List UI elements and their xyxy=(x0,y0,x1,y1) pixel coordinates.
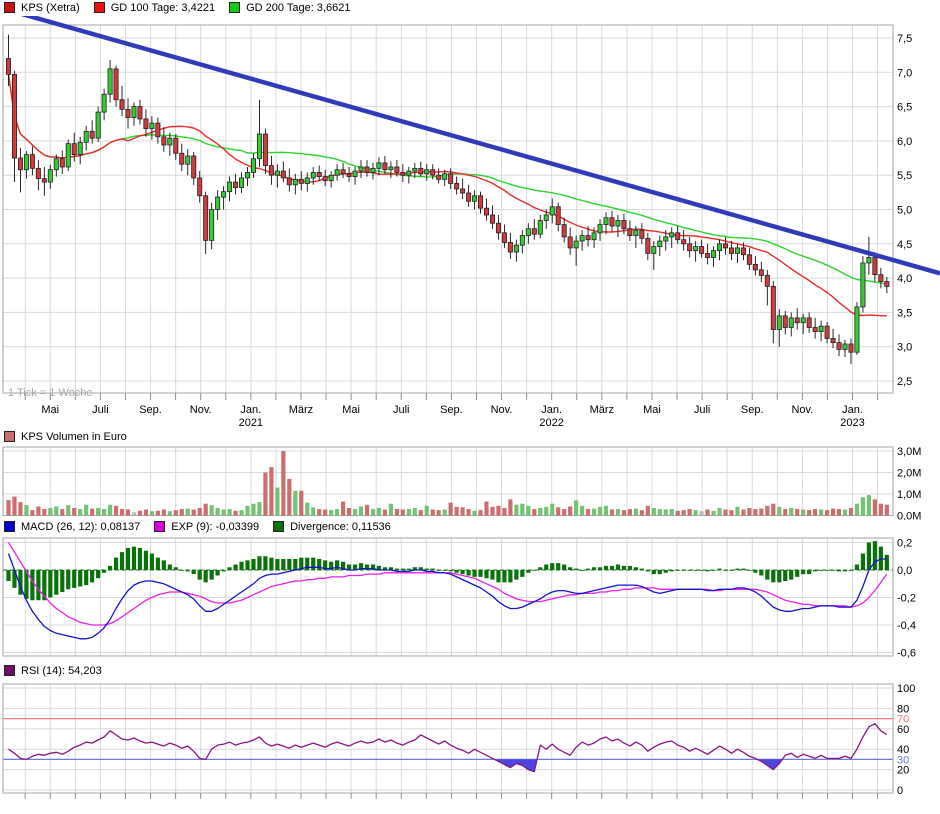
svg-text:4,5: 4,5 xyxy=(897,239,912,251)
volume-legend: KPS Volumen in Euro xyxy=(4,430,141,443)
svg-text:5,5: 5,5 xyxy=(897,170,912,182)
svg-text:2,0M: 2,0M xyxy=(897,468,921,480)
gd200-swatch-icon xyxy=(229,2,240,13)
svg-text:5,0: 5,0 xyxy=(897,205,912,217)
svg-text:60: 60 xyxy=(897,724,909,736)
svg-text:Sep.: Sep. xyxy=(741,404,764,416)
volume-chart: 3,0M 2,0M 1,0M 0,0M xyxy=(0,444,940,520)
legend-item-macd: MACD (26, 12): 0,08137 xyxy=(4,521,140,533)
svg-text:3,0: 3,0 xyxy=(897,342,912,354)
svg-text:Nov.: Nov. xyxy=(791,404,813,416)
svg-text:0,0M: 0,0M xyxy=(897,511,921,521)
svg-text:0,0: 0,0 xyxy=(897,565,912,577)
svg-text:2022: 2022 xyxy=(539,417,563,429)
kps-label: KPS (Xetra) xyxy=(21,2,80,14)
exp-label: EXP (9): -0,03399 xyxy=(171,521,259,533)
svg-text:3,5: 3,5 xyxy=(897,307,912,319)
svg-text:100: 100 xyxy=(897,683,915,695)
svg-text:-0,4: -0,4 xyxy=(897,620,916,632)
rsi-legend: RSI (14): 54,203 xyxy=(4,664,116,677)
exp-swatch-icon xyxy=(154,521,165,532)
svg-text:-0,2: -0,2 xyxy=(897,593,916,605)
legend-item-divergence: Divergence: 0,11536 xyxy=(273,521,391,533)
svg-text:2023: 2023 xyxy=(840,417,864,429)
svg-text:Mai: Mai xyxy=(342,404,360,416)
price-chart: 7,5 7,0 6,5 6,0 5,5 5,0 4,5 4,0 3,5 3,0 2,5 Mai Juli… xyxy=(0,16,940,430)
svg-text:6,5: 6,5 xyxy=(897,102,912,114)
svg-text:Sep.: Sep. xyxy=(440,404,463,416)
svg-text:0,2: 0,2 xyxy=(897,538,912,550)
svg-text:Nov.: Nov. xyxy=(190,404,212,416)
legend-item-exp: EXP (9): -0,03399 xyxy=(154,521,259,533)
kps-stock-chart-page: KPS (Xetra) GD 100 Tage: 3,4221 GD 200 T… xyxy=(0,0,940,814)
svg-text:3,0M: 3,0M xyxy=(897,446,921,458)
gd200-label: GD 200 Tage: 3,6621 xyxy=(246,2,350,14)
rsi-label: RSI (14): 54,203 xyxy=(21,665,102,677)
macd-label: MACD (26, 12): 0,08137 xyxy=(21,521,140,533)
svg-text:Juli: Juli xyxy=(92,404,109,416)
svg-text:7,0: 7,0 xyxy=(897,67,912,79)
price-legend: KPS (Xetra) GD 100 Tage: 3,4221 GD 200 T… xyxy=(4,1,364,14)
gd100-label: GD 100 Tage: 3,4221 xyxy=(111,2,215,14)
divergence-swatch-icon xyxy=(273,521,284,532)
macd-swatch-icon xyxy=(4,521,15,532)
svg-text:20: 20 xyxy=(897,765,909,777)
svg-text:Juli: Juli xyxy=(694,404,711,416)
macd-legend: MACD (26, 12): 0,08137 EXP (9): -0,03399… xyxy=(4,520,405,533)
svg-text:Mai: Mai xyxy=(41,404,59,416)
svg-text:Jan.: Jan. xyxy=(541,404,562,416)
legend-item-gd200: GD 200 Tage: 3,6621 xyxy=(229,2,350,14)
legend-item-volume: KPS Volumen in Euro xyxy=(4,431,127,443)
legend-item-kps: KPS (Xetra) xyxy=(4,2,80,14)
kps-swatch-icon xyxy=(4,2,15,13)
rsi-chart: 1008070604030200 xyxy=(0,680,940,814)
svg-text:6,0: 6,0 xyxy=(897,136,912,148)
svg-text:1,0M: 1,0M xyxy=(897,489,921,501)
svg-text:2,5: 2,5 xyxy=(897,376,912,388)
legend-item-gd100: GD 100 Tage: 3,4221 xyxy=(94,2,215,14)
volume-label: KPS Volumen in Euro xyxy=(21,431,127,443)
svg-text:Nov.: Nov. xyxy=(491,404,513,416)
volume-swatch-icon xyxy=(4,431,15,442)
svg-text:-0,6: -0,6 xyxy=(897,648,916,660)
svg-text:0: 0 xyxy=(897,785,903,797)
svg-text:Sep.: Sep. xyxy=(139,404,162,416)
svg-text:4,0: 4,0 xyxy=(897,273,912,285)
svg-text:Juli: Juli xyxy=(393,404,410,416)
legend-item-rsi: RSI (14): 54,203 xyxy=(4,665,102,677)
svg-text:März: März xyxy=(590,404,614,416)
tick-footnote: 1 Tick = 1 Woche xyxy=(8,387,92,399)
macd-chart: 0,2 0,0 -0,2 -0,4 -0,6 xyxy=(0,536,940,662)
svg-text:Jan.: Jan. xyxy=(842,404,863,416)
svg-text:Mai: Mai xyxy=(643,404,661,416)
gd100-swatch-icon xyxy=(94,2,105,13)
rsi-swatch-icon xyxy=(4,665,15,676)
svg-text:7,5: 7,5 xyxy=(897,33,912,45)
svg-text:März: März xyxy=(289,404,313,416)
svg-text:2021: 2021 xyxy=(239,417,263,429)
divergence-label: Divergence: 0,11536 xyxy=(290,521,391,533)
svg-text:Jan.: Jan. xyxy=(240,404,261,416)
